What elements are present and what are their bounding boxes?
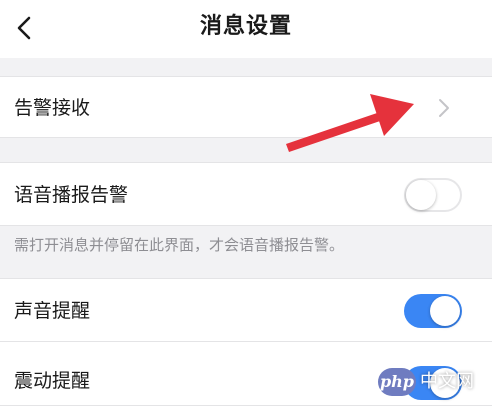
voice-alarm-row: 语音播报告警 [0, 162, 492, 226]
vibrate-reminder-label: 震动提醒 [14, 370, 91, 392]
alarm-receive-row[interactable]: 告警接收 [0, 76, 492, 138]
toggle-knob [406, 180, 436, 210]
sound-reminder-toggle[interactable] [404, 294, 462, 328]
toggle-knob [430, 296, 460, 326]
page-title: 消息设置 [199, 14, 292, 39]
vibrate-reminder-toggle[interactable] [404, 366, 462, 400]
voice-alarm-hint: 需打开消息并停留在此界面，才会语音播报告警。 [0, 226, 492, 278]
sound-reminder-label: 声音提醒 [14, 300, 91, 322]
nav-bar: 消息设置 [0, 0, 492, 58]
alarm-receive-label: 告警接收 [14, 97, 91, 119]
voice-alarm-hint-text: 需打开消息并停留在此界面，才会语音播报告警。 [14, 236, 345, 254]
vibrate-reminder-row: 震动提醒 [0, 342, 492, 406]
voice-alarm-toggle[interactable] [404, 178, 462, 212]
chevron-right-icon [439, 99, 449, 117]
sound-reminder-row: 声音提醒 [0, 278, 492, 342]
toggle-knob [430, 368, 460, 398]
voice-alarm-label: 语音播报告警 [14, 184, 129, 206]
